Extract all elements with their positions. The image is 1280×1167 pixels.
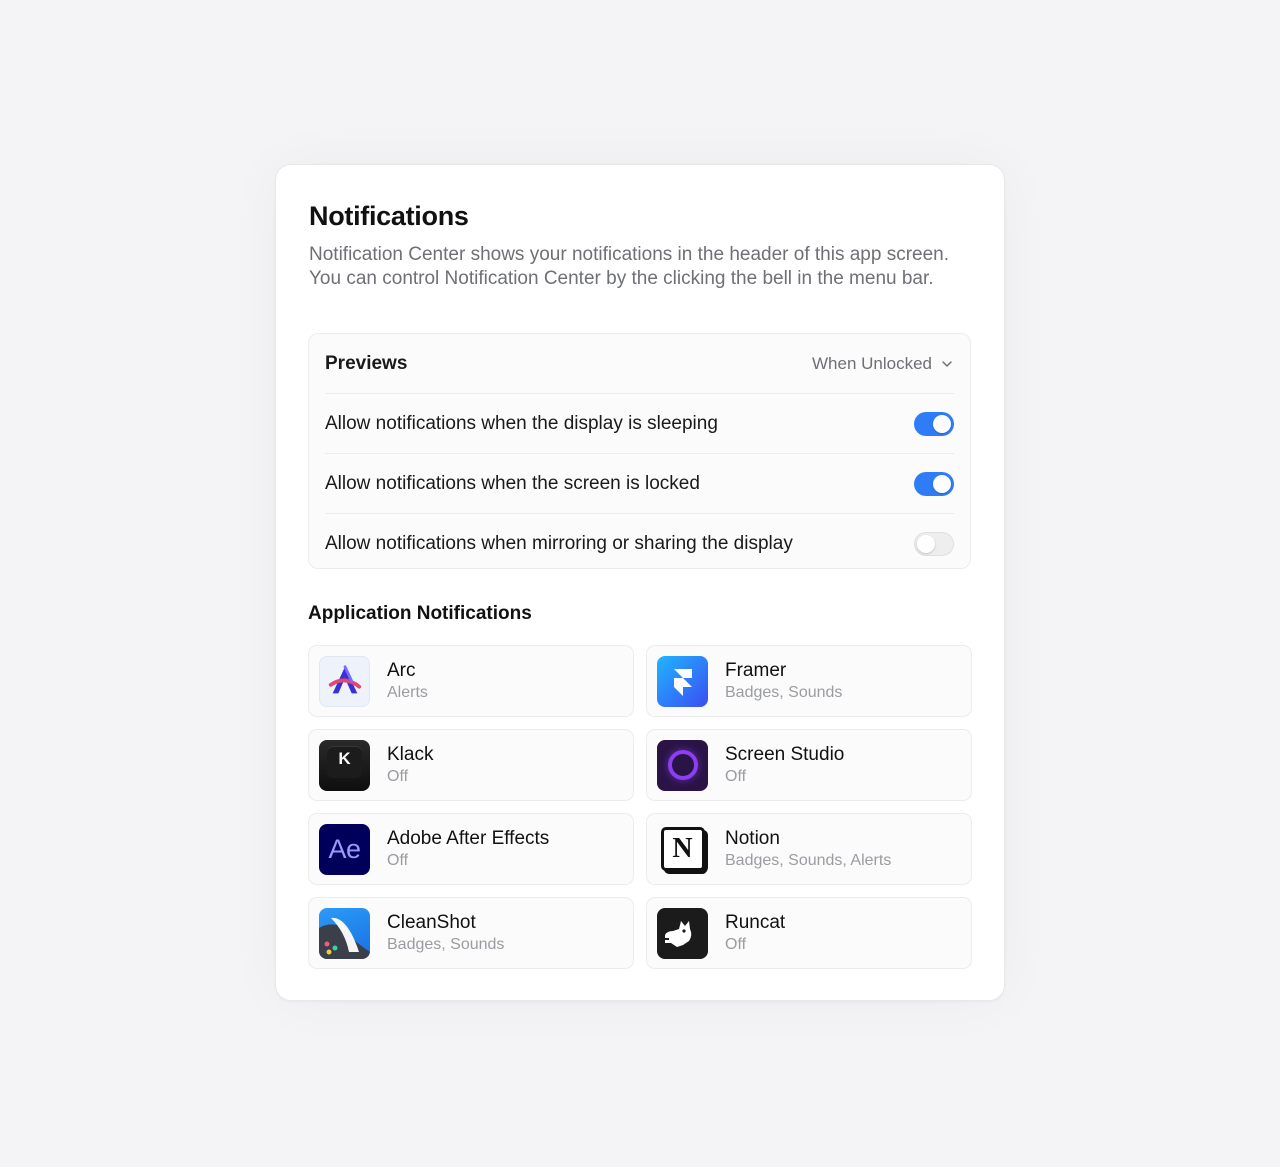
notion-cube: N <box>660 827 705 871</box>
toggle-label: Allow notifications when mirroring or sh… <box>325 532 793 554</box>
app-name: Screen Studio <box>725 744 845 765</box>
app-name: Framer <box>725 660 787 681</box>
app-status: Off <box>387 768 409 785</box>
toggle-knob <box>933 414 951 433</box>
app-text: Klack Off <box>387 743 433 787</box>
page-description: Notification Center shows your notificat… <box>309 243 971 291</box>
notifications-panel: Notifications Notification Center shows … <box>275 164 1005 1001</box>
notion-icon: N <box>657 824 708 875</box>
app-item-klack[interactable]: K Klack Off <box>308 729 634 801</box>
app-text: Screen Studio Off <box>725 743 844 787</box>
runcat-icon <box>657 907 708 959</box>
page-title: Notifications <box>309 201 469 231</box>
toggle-knob <box>917 534 935 553</box>
app-text: CleanShot Badges, Sounds <box>387 911 504 955</box>
app-name: Arc <box>387 660 416 681</box>
app-status: Badges, Sounds, Alerts <box>725 852 892 869</box>
previews-select[interactable]: When Unlocked <box>812 354 954 374</box>
screen-studio-icon <box>657 739 708 791</box>
description-line-2: You can control Notification Center by t… <box>309 268 934 289</box>
toggle-row-mirroring: Allow notifications when mirroring or sh… <box>325 514 954 573</box>
mirroring-toggle[interactable] <box>914 531 954 556</box>
after-effects-icon: Ae <box>319 823 370 875</box>
display-sleeping-toggle[interactable] <box>914 411 954 436</box>
toggle-label: Allow notifications when the display is … <box>325 412 718 434</box>
application-notifications-heading: Application Notifications <box>308 603 532 624</box>
toggle-row-screen-locked: Allow notifications when the screen is l… <box>325 454 954 514</box>
app-status: Off <box>725 768 747 785</box>
app-text: Adobe After Effects Off <box>387 827 549 871</box>
app-status: Alerts <box>387 684 428 701</box>
app-item-screen-studio[interactable]: Screen Studio Off <box>646 729 972 801</box>
toggle-knob <box>933 474 951 493</box>
app-item-notion[interactable]: N Notion Badges, Sounds, Alerts <box>646 813 972 885</box>
previews-row: Previews When Unlocked <box>325 334 954 394</box>
after-effects-icon-glyph: Ae <box>328 833 361 864</box>
app-name: Runcat <box>725 912 786 933</box>
app-item-arc[interactable]: Arc Alerts <box>308 645 634 717</box>
notification-settings-group: Previews When Unlocked Allow notificatio… <box>308 333 971 569</box>
previews-label: Previews <box>325 352 408 374</box>
screen-studio-ring <box>667 750 698 780</box>
app-text: Framer Badges, Sounds <box>725 659 842 703</box>
app-name: Notion <box>725 828 780 849</box>
app-status: Off <box>387 852 409 869</box>
app-status: Badges, Sounds <box>387 936 505 953</box>
app-name: Klack <box>387 744 434 765</box>
klack-icon: K <box>319 739 370 791</box>
cleanshot-icon <box>319 907 370 959</box>
previews-select-value: When Unlocked <box>811 353 932 373</box>
app-status: Off <box>725 936 747 953</box>
description-line-1: Notification Center shows your notificat… <box>309 244 950 265</box>
toggle-row-display-sleeping: Allow notifications when the display is … <box>325 394 954 454</box>
app-item-cleanshot[interactable]: CleanShot Badges, Sounds <box>308 897 634 969</box>
app-status: Badges, Sounds <box>725 684 843 701</box>
app-item-after-effects[interactable]: Ae Adobe After Effects Off <box>308 813 634 885</box>
app-name: Adobe After Effects <box>387 828 550 849</box>
toggle-label: Allow notifications when the screen is l… <box>325 472 700 494</box>
app-text: Notion Badges, Sounds, Alerts <box>725 827 891 871</box>
arc-icon <box>319 655 370 707</box>
app-item-framer[interactable]: Framer Badges, Sounds <box>646 645 972 717</box>
chevron-down-icon <box>940 357 954 371</box>
framer-icon <box>657 655 708 707</box>
app-grid: Arc Alerts Framer Badges, Sounds K Klack… <box>308 645 974 969</box>
screen-locked-toggle[interactable] <box>914 471 954 496</box>
app-name: CleanShot <box>387 912 476 933</box>
app-text: Runcat Off <box>725 911 785 955</box>
klack-icon-glyph: K <box>338 749 351 768</box>
notion-icon-glyph: N <box>672 833 693 864</box>
app-text: Arc Alerts <box>387 659 428 703</box>
app-item-runcat[interactable]: Runcat Off <box>646 897 972 969</box>
